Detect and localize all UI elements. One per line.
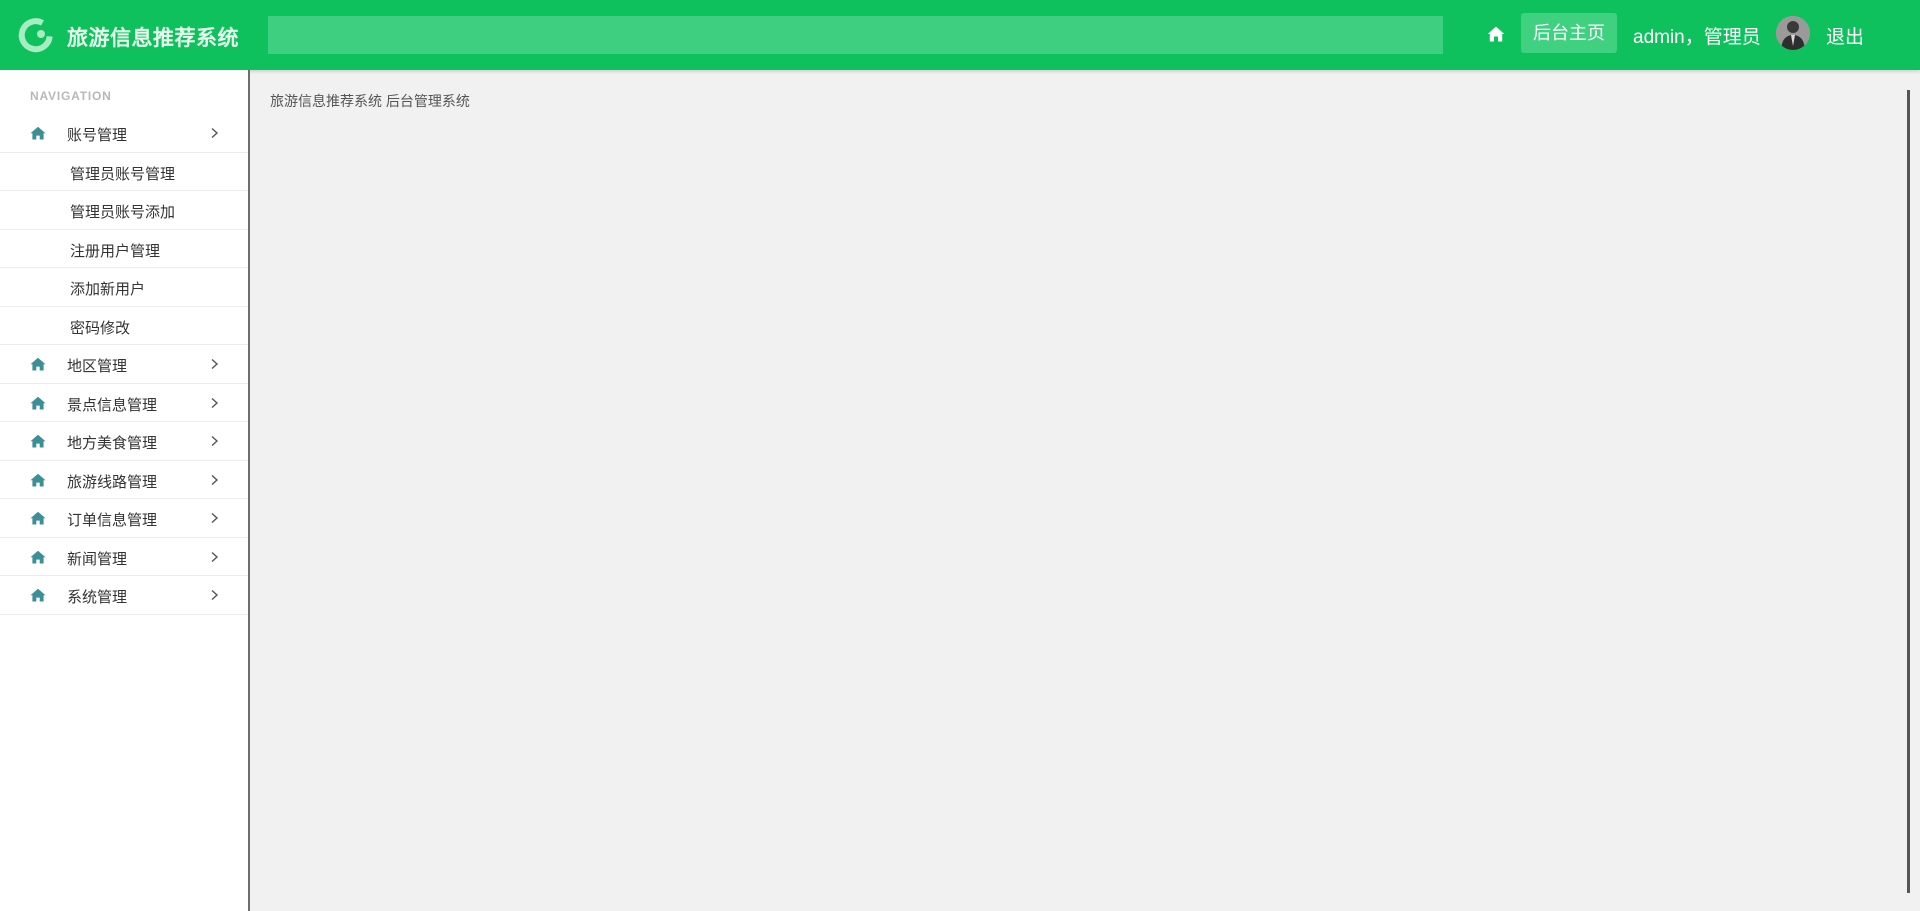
home-icon — [30, 588, 46, 602]
sidebar-item[interactable]: 地方美食管理 — [0, 422, 248, 461]
sidebar-item[interactable]: 景点信息管理 — [0, 384, 248, 422]
content-scrollbar[interactable] — [1907, 90, 1910, 893]
home-icon — [30, 550, 46, 563]
home-icon — [30, 126, 46, 140]
sidebar-subitem[interactable]: 添加新用户 — [0, 268, 248, 307]
sidebar-subitem-label: 注册用户管理 — [70, 242, 161, 260]
sidebar-subitem[interactable]: 管理员账号添加 — [0, 191, 248, 230]
sidebar-item[interactable]: 系统管理 — [0, 576, 248, 615]
sidebar-item[interactable]: 账号管理 — [0, 114, 248, 153]
search-input[interactable] — [268, 16, 1443, 54]
logout-link[interactable]: 退出 — [1826, 22, 1864, 49]
sidebar-subitem-label: 管理员账号添加 — [70, 204, 176, 221]
home-icon — [30, 396, 46, 409]
sidebar-item[interactable]: 旅游线路管理 — [0, 461, 248, 499]
sidebar-item-label: 景点信息管理 — [67, 396, 158, 414]
home-icon[interactable] — [1487, 25, 1505, 43]
breadcrumb: 旅游信息推荐系统 后台管理系统 — [270, 93, 470, 109]
home-icon — [30, 357, 46, 371]
chevron-right-icon — [211, 589, 219, 601]
logo-icon — [18, 18, 53, 53]
sidebar-menu: 账号管理管理员账号管理 管理员账号添加 注册用户管理 添加新用户密码修改地区管理景点信… — [0, 114, 248, 615]
sidebar-subitem[interactable]: 管理员账号管理 — [0, 153, 248, 191]
chevron-right-icon — [211, 397, 219, 408]
sidebar-item-label: 地方美食管理 — [67, 435, 158, 452]
chevron-right-icon — [211, 127, 219, 139]
sidebar: NAVIGATION 账号管理管理员账号管理 管理员账号添加 注册用户管理 添加新用户… — [0, 70, 250, 911]
nav-heading: NAVIGATION — [30, 89, 112, 103]
current-user-label: admin，管理员 — [1633, 27, 1761, 48]
avatar-image — [1776, 16, 1810, 50]
sidebar-item-label: 系统管理 — [67, 589, 128, 606]
top-header: 旅游信息推荐系统 后台主页 admin，管理员 退出 — [0, 0, 1920, 70]
sidebar-item[interactable]: 新闻管理 — [0, 538, 248, 576]
home-icon — [30, 434, 46, 448]
home-icon — [30, 511, 46, 525]
sidebar-item-label: 新闻管理 — [67, 550, 128, 568]
dashboard-button[interactable]: 后台主页 — [1521, 13, 1617, 53]
sidebar-item-label: 账号管理 — [67, 127, 128, 144]
chevron-right-icon — [211, 551, 219, 562]
home-icon — [30, 473, 46, 486]
sidebar-subitem[interactable]: 密码修改 — [0, 307, 248, 345]
chevron-right-icon — [211, 474, 219, 485]
sidebar-item[interactable]: 地区管理 — [0, 345, 248, 384]
main-content: 旅游信息推荐系统 后台管理系统 — [250, 70, 1920, 911]
sidebar-item-label: 地区管理 — [67, 358, 128, 375]
sidebar-subitem[interactable]: 注册用户管理 — [0, 230, 248, 268]
chevron-right-icon — [211, 358, 219, 370]
user-avatar[interactable] — [1776, 16, 1810, 50]
sidebar-item[interactable]: 订单信息管理 — [0, 499, 248, 538]
brand-title: 旅游信息推荐系统 — [67, 27, 239, 50]
sidebar-item-label: 订单信息管理 — [67, 512, 158, 529]
sidebar-subitem-label: 管理员账号管理 — [70, 165, 176, 183]
chevron-right-icon — [211, 512, 219, 524]
sidebar-item-label: 旅游线路管理 — [67, 473, 158, 491]
sidebar-subitem-label: 添加新用户 — [70, 281, 146, 298]
chevron-right-icon — [211, 435, 219, 447]
sidebar-subitem-label: 密码修改 — [70, 319, 131, 337]
